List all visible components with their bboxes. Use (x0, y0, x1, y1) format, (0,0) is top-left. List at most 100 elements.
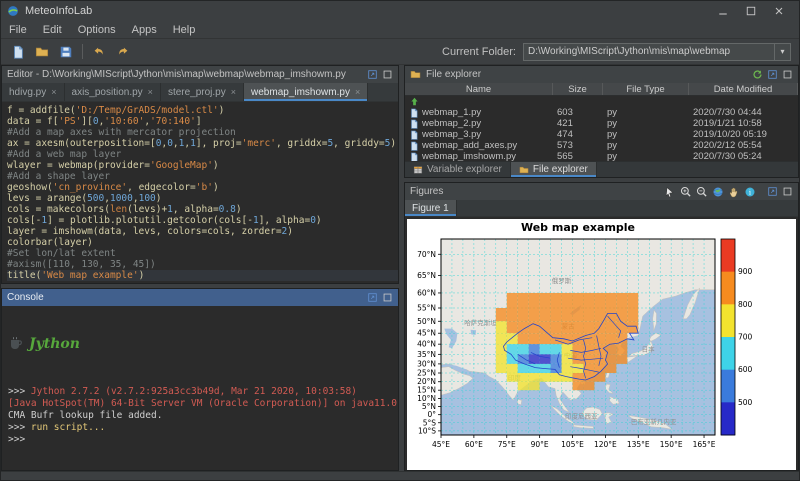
editor-tab-axis_position.py[interactable]: axis_position.py× (65, 83, 161, 101)
zoom-out-button[interactable] (696, 186, 708, 198)
new-file-button[interactable] (7, 42, 29, 62)
code-line: wlayer = webmap(provider='GoogleMap') (7, 160, 398, 171)
file-float-button[interactable] (767, 69, 778, 80)
editor-tab-webmap_imshowm.py[interactable]: webmap_imshowm.py× (244, 83, 368, 101)
explorer-subtabs: Variable explorer File explorer (405, 161, 798, 177)
tab-label: hdivg.py (9, 87, 46, 98)
undo-button[interactable] (88, 42, 110, 62)
figure-map[interactable]: Web map example 俄罗斯哈萨克斯坦蒙古中国日本印度印度尼西亚巴布亚新… (407, 219, 796, 470)
menu-item-apps[interactable]: Apps (124, 24, 165, 36)
current-folder-label: Current Folder: (442, 46, 516, 58)
tab-close-icon[interactable]: × (51, 87, 56, 97)
figures-float-button[interactable] (767, 186, 778, 197)
column-header-name[interactable]: Name (405, 83, 553, 95)
svg-text:105°E: 105°E (561, 440, 584, 449)
column-header-date-modified[interactable]: Date Modified (689, 83, 798, 95)
code-editor[interactable]: f = addfile('D:/Temp/GrADS/model.ctl')da… (2, 102, 398, 283)
file-icon (409, 108, 419, 118)
figure-tab-bar: Figure 1 (405, 200, 798, 217)
map-place-label: 巴布亚新几内亚 (631, 417, 677, 426)
file-list: webmap_1.py603py2020/7/30 04:44webmap_2.… (405, 96, 798, 161)
folder-dropdown-button[interactable]: ▾ (774, 44, 790, 60)
menu-item-options[interactable]: Options (70, 24, 124, 36)
file-row[interactable]: webmap_imshowm.py565py2020/7/30 05:24 (405, 151, 798, 161)
svg-text:900: 900 (738, 267, 753, 276)
map-layers: 俄罗斯哈萨克斯坦蒙古中国日本印度印度尼西亚巴布亚新几内亚 (441, 239, 715, 435)
code-line: title('Web map example') (7, 270, 398, 281)
subtab-label: Variable explorer (427, 164, 502, 175)
menu-item-edit[interactable]: Edit (35, 24, 70, 36)
file-row[interactable]: webmap_1.py603py2020/7/30 04:44 (405, 107, 798, 118)
svg-text:55°N: 55°N (417, 303, 436, 312)
file-icon (409, 152, 419, 162)
file-row[interactable]: webmap_add_axes.py573py2020/2/12 05:54 (405, 140, 798, 151)
file-row[interactable]: webmap_3.py474py2019/10/20 05:19 (405, 129, 798, 140)
editor-panel-header: Editor - D:\Working\MIScript\Jython\mis\… (2, 66, 398, 83)
column-header-size[interactable]: Size (553, 83, 603, 95)
menu-item-file[interactable]: File (1, 24, 35, 36)
maximize-button[interactable] (737, 2, 765, 20)
svg-text:600: 600 (738, 365, 753, 374)
code-line: #Add a web map layer (7, 149, 398, 160)
open-folder-button[interactable] (31, 42, 53, 62)
minimize-button[interactable] (709, 2, 737, 20)
pan-hand-button[interactable] (728, 186, 740, 198)
figure-tab-figure-1[interactable]: Figure 1 (405, 200, 457, 216)
tab-close-icon[interactable]: × (148, 87, 153, 97)
svg-text:500: 500 (738, 398, 753, 407)
app-window: MeteoInfoLab FileEditOptionsAppsHelp Cur… (0, 0, 800, 481)
up-folder-icon (409, 96, 420, 107)
file-type-cell: py (603, 151, 689, 161)
editor-panel: Editor - D:\Working\MIScript\Jython\mis\… (1, 65, 399, 284)
tab-file-explorer[interactable]: File explorer (511, 162, 597, 177)
console-line: CMA Bufr lookup file added. (8, 410, 392, 422)
full-extent-globe-button[interactable] (712, 186, 724, 198)
file-size-cell: 603 (553, 107, 603, 118)
zoom-in-button[interactable] (680, 186, 692, 198)
console-float-button[interactable] (367, 292, 378, 303)
code-line: levs = arange(500,1000,100) (7, 193, 398, 204)
identify-info-button[interactable] (744, 186, 756, 198)
maximize-panel-icon (782, 69, 793, 80)
save-icon (59, 45, 73, 59)
file-type-cell: py (603, 140, 689, 151)
select-cursor-icon (664, 186, 676, 198)
console-maximize-button[interactable] (382, 292, 393, 303)
file-maximize-button[interactable] (782, 69, 793, 80)
svg-text:40°N: 40°N (417, 340, 436, 349)
file-row-up-folder[interactable] (405, 96, 798, 107)
window-title: MeteoInfoLab (25, 5, 92, 17)
folder-icon (410, 69, 421, 80)
editor-tab-stere_proj.py[interactable]: stere_proj.py× (161, 83, 244, 101)
file-size-cell: 565 (553, 151, 603, 161)
column-header-file-type[interactable]: File Type (603, 83, 689, 95)
open-folder-icon (35, 45, 49, 59)
select-cursor-button[interactable] (664, 186, 676, 198)
save-button[interactable] (55, 42, 77, 62)
file-row[interactable]: webmap_2.py421py2019/1/21 10:58 (405, 118, 798, 129)
tab-close-icon[interactable]: × (231, 87, 236, 97)
editor-tab-hdivg.py[interactable]: hdivg.py × (2, 83, 65, 101)
tab-variable-explorer[interactable]: Variable explorer (405, 162, 511, 177)
editor-maximize-button[interactable] (382, 69, 393, 80)
svg-text:120°E: 120°E (594, 440, 617, 449)
svg-text:35°N: 35°N (417, 350, 436, 359)
close-button[interactable] (765, 2, 793, 20)
redo-button[interactable] (112, 42, 134, 62)
console-line: >>> Jython 2.7.2 (v2.7.2:925a3cc3b49d, M… (8, 386, 392, 398)
console-panel-title: Console (7, 292, 44, 303)
figure-title: Web map example (521, 221, 635, 234)
title-bar: MeteoInfoLab (1, 1, 799, 21)
figures-maximize-button[interactable] (782, 186, 793, 197)
editor-tab-bar: hdivg.py×axis_position.py×stere_proj.py×… (2, 83, 398, 102)
tab-close-icon[interactable]: × (355, 87, 360, 97)
current-folder-input[interactable] (524, 44, 774, 60)
console-output[interactable]: Jython >>> Jython 2.7.2 (v2.7.2:925a3cc3… (2, 306, 398, 470)
full-extent-globe-icon (712, 186, 724, 198)
code-line: cols = makecolors(len(levs)+1, alpha=0.8… (7, 204, 398, 215)
editor-float-button[interactable] (367, 69, 378, 80)
svg-text:70°N: 70°N (417, 250, 436, 259)
refresh-button[interactable] (752, 69, 763, 80)
file-size-cell: 573 (553, 140, 603, 151)
menu-item-help[interactable]: Help (165, 24, 204, 36)
